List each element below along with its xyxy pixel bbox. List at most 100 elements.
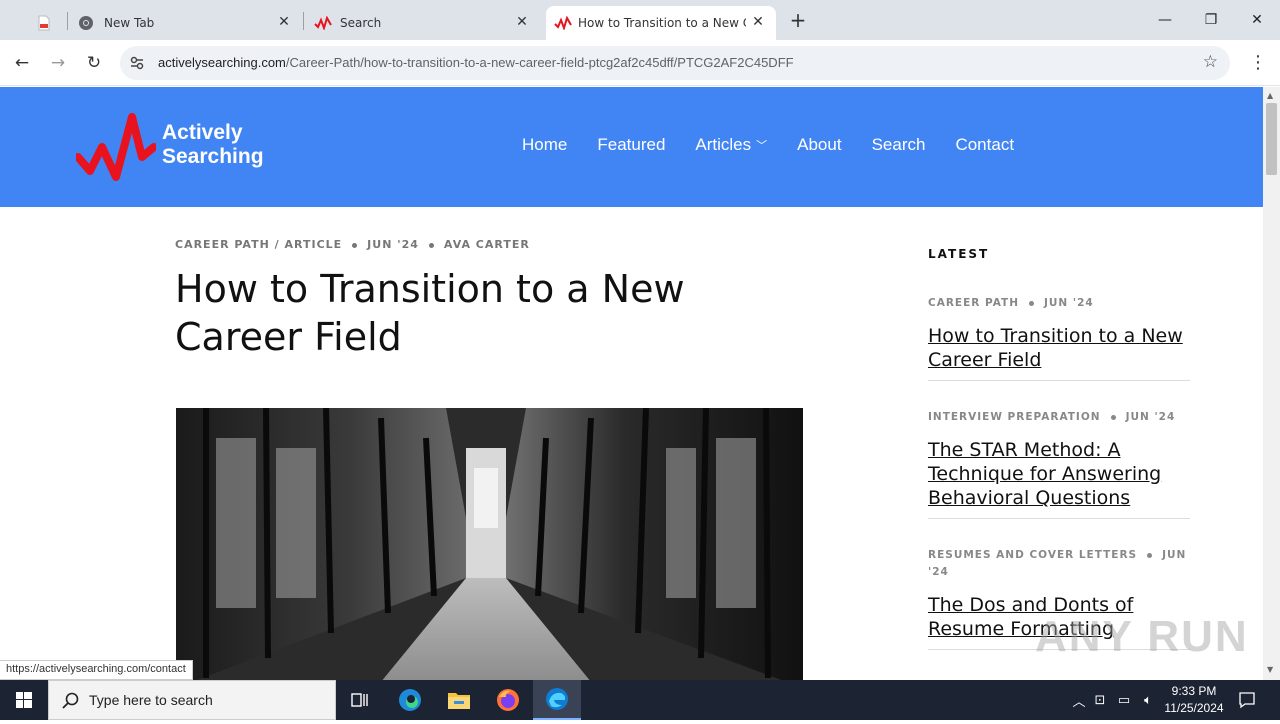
bookmark-star-icon[interactable]: ☆	[1203, 52, 1218, 72]
meta-dot	[352, 242, 358, 248]
taskbar-search-box[interactable]: Type here to search	[48, 680, 336, 720]
meta-dot	[428, 242, 434, 248]
logo-line-1: Actively	[162, 121, 243, 144]
latest-item-category[interactable]: RESUMES AND COVER LETTERS	[928, 549, 1137, 561]
meta-dot	[1110, 414, 1116, 420]
train-corridor-photo	[176, 408, 803, 680]
windows-taskbar: Type here to search ︿ ⊡ ▭ 🔈︎ 9:33 PM 11/…	[0, 680, 1280, 720]
page-viewport: Actively Searching Home Featured Article…	[0, 87, 1263, 680]
article-meta: CAREER PATH / ARTICLE JUN '24 AVA CARTER	[175, 238, 530, 251]
list-item: INTERVIEW PREPARATION JUN '24 The STAR Me…	[928, 409, 1190, 519]
start-button[interactable]	[0, 680, 48, 720]
nav-about[interactable]: About	[797, 135, 841, 155]
close-icon[interactable]: ✕	[514, 14, 530, 30]
nav-featured[interactable]: Featured	[597, 135, 665, 155]
tab-title: How to Transition to a New Car	[578, 16, 746, 30]
folder-icon	[448, 693, 470, 709]
clock-time: 9:33 PM	[1171, 684, 1217, 698]
notification-icon	[1239, 692, 1255, 709]
sidebar-heading: LATEST	[928, 247, 990, 261]
scrollbar-thumb[interactable]	[1266, 103, 1277, 175]
latest-item-date: JUN '24	[1125, 411, 1176, 423]
notification-button[interactable]	[1232, 680, 1262, 720]
browser-menu-icon[interactable]: ⋮	[1248, 51, 1268, 75]
latest-item-link[interactable]: How to Transition to a New Career Field	[928, 324, 1190, 372]
article-category[interactable]: CAREER PATH / ARTICLE	[175, 238, 342, 251]
article-title: How to Transition to a New Career Field	[175, 267, 685, 359]
site-header: Actively Searching Home Featured Article…	[0, 87, 1263, 207]
edge-icon	[399, 689, 421, 711]
article-date: JUN '24	[367, 238, 419, 251]
site-logo-mark-icon	[76, 113, 156, 181]
latest-item-link[interactable]: The STAR Method: A Technique for Answeri…	[928, 438, 1190, 510]
tab-title: New Tab	[104, 16, 155, 30]
clock-date: 11/25/2024	[1164, 701, 1224, 715]
task-view-icon	[351, 693, 368, 707]
site-logo-text: Actively Searching	[162, 121, 264, 169]
tab-new-tab[interactable]: New Tab ✕	[68, 6, 302, 40]
firefox-icon	[497, 689, 519, 711]
tray-network-status-icon[interactable]: ⊡	[1088, 693, 1112, 708]
task-view-button[interactable]	[336, 680, 384, 720]
nav-home[interactable]: Home	[522, 135, 567, 155]
url-domain: activelysearching.com	[158, 55, 286, 70]
tab-pdf[interactable]	[20, 6, 66, 40]
taskbar-search-placeholder: Type here to search	[89, 692, 213, 708]
url-path: /Career-Path/how-to-transition-to-a-new-…	[285, 55, 794, 70]
chrome-icon	[79, 16, 93, 30]
tab-search[interactable]: Search ✕	[304, 6, 540, 40]
article-hero-image	[176, 408, 803, 680]
latest-item-meta: CAREER PATH JUN '24	[928, 295, 1190, 312]
reload-icon[interactable]: ↻	[82, 51, 106, 75]
scroll-down-arrow-icon[interactable]: ▼	[1267, 665, 1273, 674]
latest-item-meta: RESUMES AND COVER LETTERS JUN '24	[928, 547, 1190, 581]
scroll-up-arrow-icon[interactable]: ▲	[1267, 91, 1273, 100]
anyrun-watermark: ANY RUN	[1035, 612, 1249, 661]
windows-logo-icon	[16, 692, 32, 708]
list-item: CAREER PATH JUN '24 How to Transition to …	[928, 295, 1190, 381]
taskbar-firefox[interactable]	[484, 680, 532, 720]
address-bar[interactable]: activelysearching.com/Career-Path/how-to…	[120, 46, 1230, 80]
taskbar-edge[interactable]	[386, 680, 434, 720]
minimize-icon[interactable]: —	[1153, 8, 1177, 32]
edge-browser-icon	[546, 688, 568, 710]
close-icon[interactable]: ✕	[750, 14, 766, 30]
close-icon[interactable]: ✕	[276, 14, 292, 30]
taskbar-file-explorer[interactable]	[435, 680, 483, 720]
window-close-icon[interactable]: ✕	[1245, 8, 1269, 32]
latest-item-meta: INTERVIEW PREPARATION JUN '24	[928, 409, 1190, 426]
logo-line-2: Searching	[162, 145, 264, 168]
url-text: activelysearching.com/Career-Path/how-to…	[158, 55, 794, 70]
tray-chevron-up-icon[interactable]: ︿	[1070, 691, 1088, 710]
forward-arrow-icon[interactable]: →	[46, 51, 70, 75]
link-status-bubble: https://activelysearching.com/contact	[0, 660, 193, 680]
main-navigation: Home Featured Articles ﹀ About Search Con…	[522, 135, 1044, 155]
tray-volume-icon[interactable]: 🔈︎	[1136, 693, 1160, 708]
nav-search[interactable]: Search	[872, 135, 926, 155]
page-scrollbar[interactable]: ▲ ▼	[1263, 87, 1280, 680]
new-tab-button[interactable]: +	[788, 10, 808, 30]
article-author[interactable]: AVA CARTER	[444, 238, 530, 251]
tray-network-icon[interactable]: ▭	[1112, 693, 1136, 708]
browser-tab-strip: New Tab ✕ Search ✕ How to Transition to …	[0, 0, 1280, 40]
latest-item-category[interactable]: INTERVIEW PREPARATION	[928, 411, 1101, 423]
nav-contact[interactable]: Contact	[955, 135, 1014, 155]
latest-item-category[interactable]: CAREER PATH	[928, 297, 1019, 309]
tab-article-active[interactable]: How to Transition to a New Car ✕	[546, 6, 776, 40]
site-logo-icon	[314, 16, 332, 30]
pdf-icon	[38, 15, 50, 31]
site-info-icon[interactable]	[128, 54, 146, 72]
taskbar-clock[interactable]: 9:33 PM 11/25/2024	[1158, 683, 1230, 717]
meta-dot	[1147, 552, 1153, 558]
restore-icon[interactable]: ❐	[1199, 8, 1223, 32]
tab-title: Search	[340, 16, 382, 30]
system-tray: ︿ ⊡ ▭ 🔈︎	[1070, 680, 1160, 720]
nav-articles[interactable]: Articles ﹀	[695, 135, 767, 155]
back-arrow-icon[interactable]: ←	[10, 51, 34, 75]
taskbar-edge-active[interactable]	[533, 680, 581, 720]
site-logo[interactable]: Actively Searching	[76, 113, 276, 181]
search-icon	[62, 692, 79, 709]
browser-toolbar: ← → ↻ activelysearching.com/Career-Path/…	[0, 40, 1280, 86]
chevron-down-icon: ﹀	[756, 140, 768, 152]
nav-articles-label: Articles	[695, 135, 752, 154]
